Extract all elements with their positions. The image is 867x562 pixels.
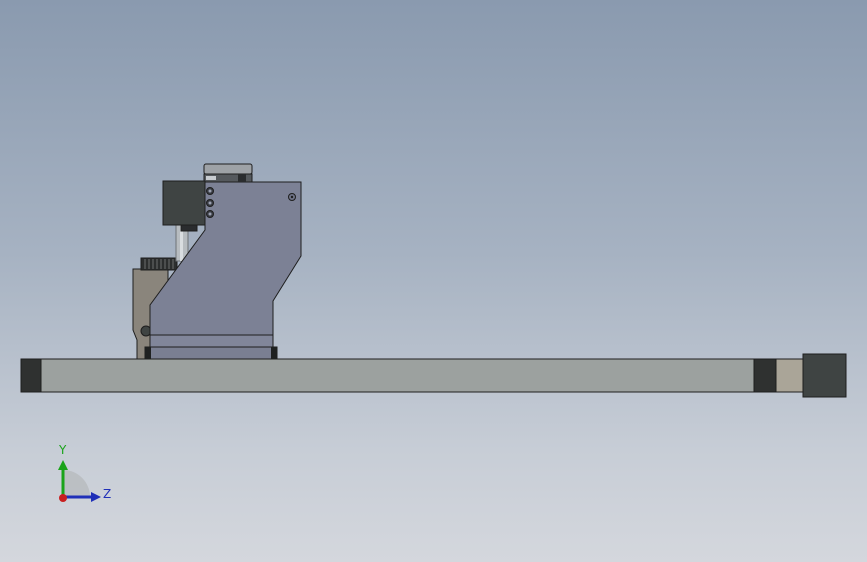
model-view[interactable] — [0, 0, 867, 562]
carriage-base-plate[interactable] — [149, 334, 274, 348]
graphics-viewport[interactable]: Y Z — [0, 0, 867, 562]
rail-left-end-cap[interactable] — [20, 358, 42, 393]
top-coupling[interactable] — [203, 163, 253, 183]
triad-z-arrow-icon — [91, 492, 101, 502]
triad-y-label: Y — [58, 443, 67, 457]
triad-z-label: Z — [103, 487, 111, 501]
triad-x-axis-dot — [59, 494, 67, 502]
side-motor[interactable] — [162, 180, 206, 232]
rail-body[interactable] — [20, 358, 804, 393]
end-motor-block[interactable] — [802, 353, 847, 398]
triad-plane-indicator — [63, 470, 90, 497]
fastener-column[interactable] — [206, 187, 214, 218]
rail-right-end-cap[interactable] — [753, 358, 777, 393]
linear-rail[interactable] — [20, 353, 847, 398]
carriage-slider[interactable] — [144, 346, 278, 360]
orientation-triad[interactable]: Y Z — [40, 436, 120, 516]
triad-y-arrow-icon — [58, 460, 68, 470]
rail-end-block[interactable] — [775, 358, 804, 393]
